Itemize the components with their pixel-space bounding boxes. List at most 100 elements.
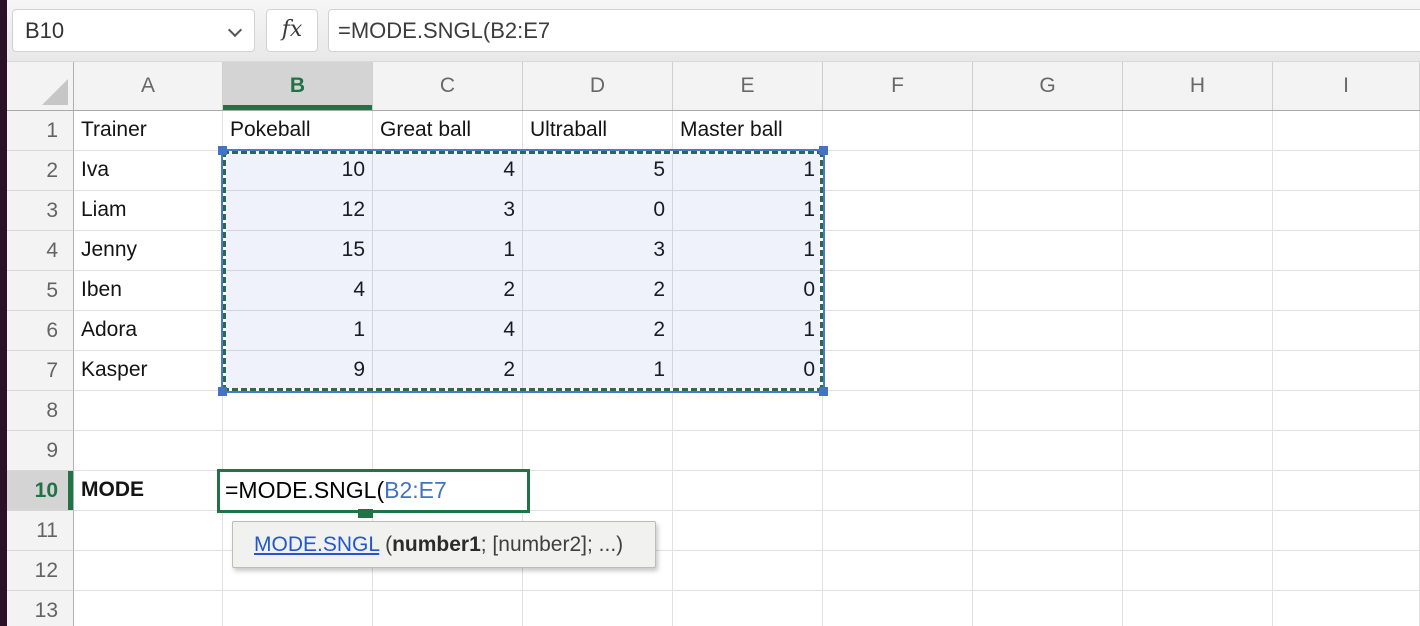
cell-E9[interactable] bbox=[673, 431, 823, 471]
cell-A5[interactable]: Iben bbox=[74, 271, 223, 311]
cell-H3[interactable] bbox=[1123, 191, 1273, 231]
cell-I3[interactable] bbox=[1273, 191, 1420, 231]
selection-handle-bottom-left[interactable] bbox=[218, 387, 227, 396]
fx-button[interactable]: fx bbox=[266, 9, 318, 52]
cell-I1[interactable] bbox=[1273, 111, 1420, 151]
cell-A1[interactable]: Trainer bbox=[74, 111, 223, 151]
cell-B8[interactable] bbox=[223, 391, 373, 431]
cell-E13[interactable] bbox=[673, 591, 823, 626]
cell-G12[interactable] bbox=[973, 551, 1123, 591]
cell-D10[interactable] bbox=[523, 471, 673, 511]
cell-G5[interactable] bbox=[973, 271, 1123, 311]
cell-G8[interactable] bbox=[973, 391, 1123, 431]
column-header-E[interactable]: E bbox=[673, 62, 823, 110]
cell-A9[interactable] bbox=[74, 431, 223, 471]
cell-A4[interactable]: Jenny bbox=[74, 231, 223, 271]
cell-C1[interactable]: Great ball bbox=[373, 111, 523, 151]
cell-D9[interactable] bbox=[523, 431, 673, 471]
cell-G2[interactable] bbox=[973, 151, 1123, 191]
row-header-10[interactable]: 10 bbox=[7, 471, 74, 511]
cell-B1[interactable]: Pokeball bbox=[223, 111, 373, 151]
cell-A6[interactable]: Adora bbox=[74, 311, 223, 351]
row-header-6[interactable]: 6 bbox=[7, 311, 74, 351]
function-link[interactable]: MODE.SNGL bbox=[254, 533, 379, 556]
cell-F12[interactable] bbox=[823, 551, 973, 591]
row-header-2[interactable]: 2 bbox=[7, 151, 74, 191]
cell-I6[interactable] bbox=[1273, 311, 1420, 351]
cell-A3[interactable]: Liam bbox=[74, 191, 223, 231]
name-box-chevron-icon[interactable] bbox=[228, 23, 242, 37]
cell-G7[interactable] bbox=[973, 351, 1123, 391]
cell-I12[interactable] bbox=[1273, 551, 1420, 591]
cell-H8[interactable] bbox=[1123, 391, 1273, 431]
cell-I11[interactable] bbox=[1273, 511, 1420, 551]
column-header-A[interactable]: A bbox=[74, 62, 223, 110]
row-header-9[interactable]: 9 bbox=[7, 431, 74, 471]
formula-input[interactable]: =MODE.SNGL(B2:E7 bbox=[328, 9, 1420, 52]
cell-F8[interactable] bbox=[823, 391, 973, 431]
cell-H6[interactable] bbox=[1123, 311, 1273, 351]
cell-F10[interactable] bbox=[823, 471, 973, 511]
row-header-11[interactable]: 11 bbox=[7, 511, 74, 551]
cell-A11[interactable] bbox=[74, 511, 223, 551]
column-header-C[interactable]: C bbox=[373, 62, 523, 110]
cell-G4[interactable] bbox=[973, 231, 1123, 271]
cell-I4[interactable] bbox=[1273, 231, 1420, 271]
cell-C13[interactable] bbox=[373, 591, 523, 626]
cell-F5[interactable] bbox=[823, 271, 973, 311]
cell-E11[interactable] bbox=[673, 511, 823, 551]
cell-D8[interactable] bbox=[523, 391, 673, 431]
column-header-D[interactable]: D bbox=[523, 62, 673, 110]
cell-H5[interactable] bbox=[1123, 271, 1273, 311]
cell-E8[interactable] bbox=[673, 391, 823, 431]
cell-H12[interactable] bbox=[1123, 551, 1273, 591]
row-header-12[interactable]: 12 bbox=[7, 551, 74, 591]
cell-H7[interactable] bbox=[1123, 351, 1273, 391]
cell-H10[interactable] bbox=[1123, 471, 1273, 511]
cell-A10[interactable]: MODE bbox=[74, 471, 223, 511]
cell-B13[interactable] bbox=[223, 591, 373, 626]
cell-F4[interactable] bbox=[823, 231, 973, 271]
cell-E12[interactable] bbox=[673, 551, 823, 591]
cell-G6[interactable] bbox=[973, 311, 1123, 351]
cell-A12[interactable] bbox=[74, 551, 223, 591]
cell-I13[interactable] bbox=[1273, 591, 1420, 626]
selection-handle-top-left[interactable] bbox=[218, 146, 227, 155]
cell-B9[interactable] bbox=[223, 431, 373, 471]
cell-A8[interactable] bbox=[74, 391, 223, 431]
row-header-7[interactable]: 7 bbox=[7, 351, 74, 391]
cell-I2[interactable] bbox=[1273, 151, 1420, 191]
cell-I10[interactable] bbox=[1273, 471, 1420, 511]
row-header-1[interactable]: 1 bbox=[7, 111, 74, 151]
cell-I5[interactable] bbox=[1273, 271, 1420, 311]
cell-H1[interactable] bbox=[1123, 111, 1273, 151]
cell-D13[interactable] bbox=[523, 591, 673, 626]
row-header-3[interactable]: 3 bbox=[7, 191, 74, 231]
cell-A2[interactable]: Iva bbox=[74, 151, 223, 191]
cell-H9[interactable] bbox=[1123, 431, 1273, 471]
cell-H13[interactable] bbox=[1123, 591, 1273, 626]
row-header-5[interactable]: 5 bbox=[7, 271, 74, 311]
cell-C9[interactable] bbox=[373, 431, 523, 471]
cell-G3[interactable] bbox=[973, 191, 1123, 231]
name-box-input[interactable]: B10 bbox=[12, 9, 255, 52]
row-header-4[interactable]: 4 bbox=[7, 231, 74, 271]
cell-editor-B10[interactable]: =MODE.SNGL(B2:E7 bbox=[217, 469, 530, 513]
cell-H11[interactable] bbox=[1123, 511, 1273, 551]
cell-H2[interactable] bbox=[1123, 151, 1273, 191]
cell-F6[interactable] bbox=[823, 311, 973, 351]
cell-H4[interactable] bbox=[1123, 231, 1273, 271]
column-header-H[interactable]: H bbox=[1123, 62, 1273, 110]
cell-G1[interactable] bbox=[973, 111, 1123, 151]
column-header-I[interactable]: I bbox=[1273, 62, 1420, 110]
cell-F2[interactable] bbox=[823, 151, 973, 191]
cell-G13[interactable] bbox=[973, 591, 1123, 626]
column-header-F[interactable]: F bbox=[823, 62, 973, 110]
cell-E10[interactable] bbox=[673, 471, 823, 511]
cell-F9[interactable] bbox=[823, 431, 973, 471]
cell-I9[interactable] bbox=[1273, 431, 1420, 471]
cell-F13[interactable] bbox=[823, 591, 973, 626]
cell-F1[interactable] bbox=[823, 111, 973, 151]
row-header-8[interactable]: 8 bbox=[7, 391, 74, 431]
cell-A7[interactable]: Kasper bbox=[74, 351, 223, 391]
